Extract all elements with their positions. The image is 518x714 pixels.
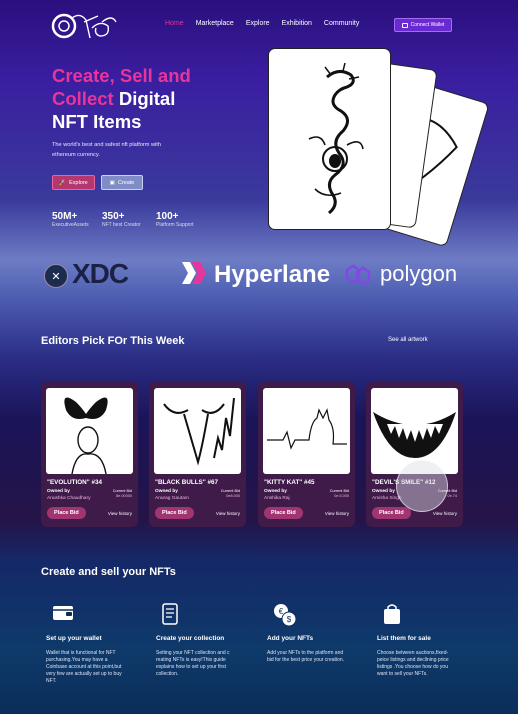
shopping-bag-icon (383, 603, 477, 627)
coins-icon: € $ (273, 603, 367, 627)
hero-title: Create, Sell and Collect Digital NFT Ite… (52, 64, 252, 133)
explore-button[interactable]: 🚀 Explore (52, 175, 95, 190)
hero-title-digital: Digital (113, 88, 176, 109)
owned-by-label: Owned by (47, 489, 70, 494)
place-bid-button[interactable]: Place Bid (155, 507, 194, 519)
owner-name: Amisha Singh (372, 496, 402, 501)
hero-title-line3: NFT Items (52, 111, 142, 132)
connect-wallet-label: Connect Wallet (410, 22, 445, 28)
stat-assets: 50M+ ExecutiveAssets (52, 211, 89, 228)
nft-name: "KITTY KAT" #45 (264, 479, 315, 486)
step-create-collection: Create your collection Setting your NFT … (156, 603, 256, 678)
step-title: Set up your wallet (46, 635, 102, 642)
stat-value: 50M+ (52, 211, 78, 222)
wallet-icon (52, 603, 146, 627)
owner-name: Anurag Gautam (155, 496, 189, 501)
hyperlane-logo-text: Hyperlane (214, 261, 331, 288)
hero-card-dragon[interactable] (268, 48, 391, 230)
nav-community[interactable]: Community (324, 20, 359, 27)
stat-creators: 350+ NFT best Creator (102, 211, 141, 228)
explore-label: Explore (69, 179, 88, 186)
nft-card[interactable]: "BLACK BULLS" #67 Owned by Anurag Gautam … (149, 382, 246, 527)
stat-label: ExecutiveAssets (52, 222, 89, 228)
nft-card[interactable]: "KITTY KAT" #45 Owned by Anshika Raj Curr… (258, 382, 355, 527)
step-description: Choose between auctions,fixed-peice list… (377, 650, 449, 677)
nav-explore[interactable]: Explore (246, 20, 270, 27)
step-list-for-sale: List them for sale Choose between auctio… (377, 603, 477, 678)
stat-label: NFT best Creator (102, 222, 141, 228)
step-description: Setting your NFT collection and c reatin… (156, 650, 230, 677)
xdc-coin-icon: ✕ (44, 264, 68, 288)
view-history-link[interactable]: View history (216, 511, 240, 516)
dragon-artwork (308, 62, 364, 215)
stat-value: 350+ (102, 211, 125, 222)
nav-home[interactable]: Home (165, 20, 184, 27)
nft-image-butterfly (46, 388, 133, 474)
step-title: Create your collection (156, 635, 225, 642)
place-bid-button[interactable]: Place Bid (264, 507, 303, 519)
view-history-link[interactable]: View history (433, 511, 457, 516)
wallet-icon (401, 22, 408, 28)
create-label: Create (117, 179, 135, 186)
nav-marketplace[interactable]: Marketplace (196, 20, 234, 27)
nft-image-bull (154, 388, 241, 474)
main-nav: Home Marketplace Explore Exhibition Comm… (165, 20, 359, 27)
hero-subtitle: The world's best and safest nft platform… (52, 142, 161, 158)
image-icon: ▣ (109, 179, 115, 186)
svg-text:$: $ (287, 615, 292, 624)
step-add-nfts: € $ Add your NFTs Add your NFTs to the pl… (267, 603, 367, 664)
stat-value: 100+ (156, 211, 179, 222)
nav-exhibition[interactable]: Exhibition (282, 20, 312, 27)
step-title: Add your NFTs (267, 635, 314, 642)
rocket-icon: 🚀 (59, 179, 67, 186)
nft-card[interactable]: "EVOLUTION" #34 Owned by Anushka Chaudhar… (41, 382, 138, 527)
create-button[interactable]: ▣ Create (101, 175, 143, 190)
owned-by-label: Owned by (264, 489, 287, 494)
brand-logo[interactable] (50, 8, 118, 44)
nft-name: "BLACK BULLS" #67 (155, 479, 218, 486)
view-history-link[interactable]: View history (108, 511, 132, 516)
nft-name: "EVOLUTION" #34 (47, 479, 102, 486)
document-icon (162, 603, 256, 627)
editors-pick-title: Editors Pick FOr This Week (41, 335, 185, 347)
view-history-link[interactable]: View history (325, 511, 349, 516)
hero-title-collect: Collect (52, 88, 114, 109)
step-description: Add your NFTs to the platform and bid fo… (267, 650, 344, 663)
polygon-logo-text: polygon (380, 261, 458, 286)
place-bid-button[interactable]: Place Bid (47, 507, 86, 519)
step-title: List them for sale (377, 635, 431, 642)
create-sell-title: Create and sell your NFTs (41, 566, 176, 578)
step-description: Wallet that is functional for NFT purcha… (46, 650, 122, 684)
owner-name: Anushka Chaudhary (47, 496, 91, 501)
owner-name: Anshika Raj (264, 496, 290, 501)
step-setup-wallet: Set up your wallet Wallet that is functi… (46, 603, 146, 685)
connect-wallet-button[interactable]: Connect Wallet (394, 18, 452, 32)
place-bid-button[interactable]: Place Bid (372, 507, 411, 519)
stat-label: Platform Support (156, 222, 194, 228)
hero-title-line1: Create, Sell and (52, 65, 191, 86)
nft-image-cat (263, 388, 350, 474)
xdc-logo-text: XDC (72, 258, 129, 289)
current-bid-value: 8e.00000 (116, 494, 132, 498)
cursor-hover-indicator (396, 460, 448, 512)
owned-by-label: Owned by (155, 489, 178, 494)
stat-platforms: 100+ Platform Support (156, 211, 194, 228)
polygon-icon (343, 262, 373, 288)
hyperlane-icon (180, 260, 208, 286)
current-bid-value: 0e.5.000 (334, 494, 349, 498)
current-bid-value: 0e8.000 (226, 494, 240, 498)
see-all-artwork-link[interactable]: See all artwork (388, 337, 428, 343)
